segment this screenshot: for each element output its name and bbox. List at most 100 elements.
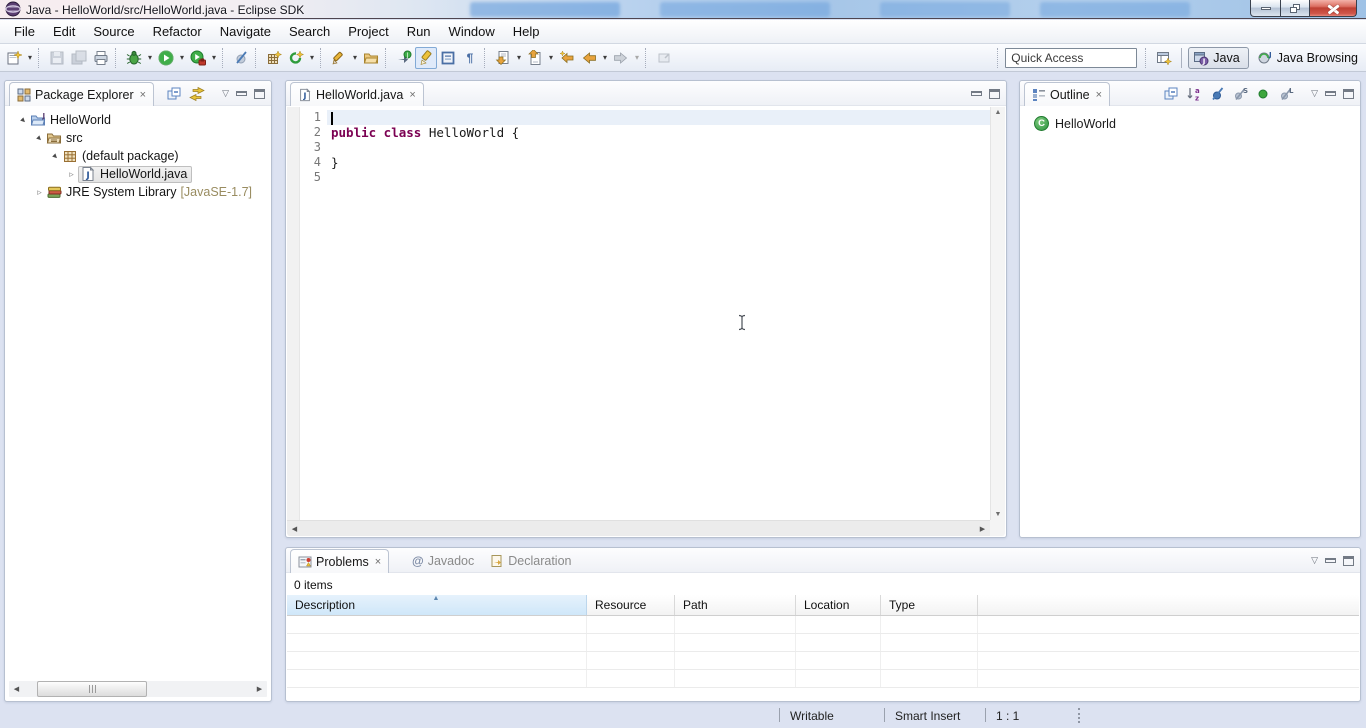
collapse-all-icon[interactable] [166, 86, 182, 102]
annotation-ruler[interactable] [287, 107, 300, 520]
toggle-breadcrumb-button[interactable]: J [393, 47, 415, 69]
svg-text:J: J [1202, 57, 1206, 65]
package-explorer-hscrollbar[interactable]: ◀ ▶ [9, 681, 267, 697]
close-tab-icon[interactable]: × [409, 89, 415, 101]
menu-refactor[interactable]: Refactor [144, 20, 211, 43]
view-menu-icon[interactable]: ▽ [1311, 88, 1318, 99]
tree-item-src[interactable]: ▸ src [5, 129, 271, 147]
menu-project[interactable]: Project [339, 20, 397, 43]
new-wizard-button[interactable] [3, 47, 25, 69]
link-with-editor-icon[interactable] [189, 86, 205, 102]
minimize-view-icon[interactable] [971, 91, 982, 96]
scroll-right-icon[interactable]: ▶ [975, 525, 990, 533]
show-whitespace-button[interactable]: ¶ [459, 47, 481, 69]
expander-icon[interactable]: ▹ [33, 187, 46, 198]
minimize-window-button[interactable] [1250, 0, 1281, 17]
editor-hscrollbar[interactable]: ◀ ▶ [287, 520, 990, 536]
mark-occurrences-toggle[interactable] [415, 47, 437, 69]
tree-item-default-package[interactable]: ▸ (default package) [5, 147, 271, 165]
view-menu-icon[interactable]: ▽ [222, 88, 229, 99]
declaration-tab[interactable]: Declaration [482, 554, 579, 568]
editor-vscrollbar[interactable]: ▲ ▼ [990, 107, 1005, 520]
expander-icon[interactable]: ▹ [65, 169, 78, 180]
new-wizard-dropdown[interactable]: ▾ [25, 53, 35, 62]
scroll-right-icon[interactable]: ▶ [252, 685, 267, 693]
open-perspective-button[interactable] [1153, 47, 1175, 69]
restore-window-button[interactable] [1281, 0, 1310, 17]
quick-access-input[interactable] [1005, 48, 1137, 68]
next-annotation-dropdown[interactable]: ▾ [514, 53, 524, 62]
scroll-down-icon[interactable]: ▼ [991, 511, 1005, 518]
scrollbar-thumb[interactable] [37, 681, 147, 697]
open-task-button[interactable] [360, 47, 382, 69]
close-window-button[interactable] [1310, 0, 1357, 17]
scroll-up-icon[interactable]: ▲ [991, 109, 1005, 116]
maximize-view-icon[interactable] [989, 89, 1000, 99]
hide-non-public-members-icon[interactable] [1255, 86, 1271, 102]
tree-item-jre-library[interactable]: ▹ JRE System Library [JavaSE-1.7] [5, 183, 271, 201]
menu-navigate[interactable]: Navigate [211, 20, 280, 43]
new-java-class-button[interactable] [285, 47, 307, 69]
collapse-all-icon[interactable] [1163, 86, 1179, 102]
previous-annotation-button[interactable] [524, 47, 546, 69]
new-java-class-dropdown[interactable]: ▾ [307, 53, 317, 62]
outline-tab[interactable]: Outline × [1024, 82, 1110, 106]
tree-item-java-file[interactable]: ▹ J HelloWorld.java [5, 165, 271, 183]
menu-file[interactable]: File [5, 20, 44, 43]
previous-annotation-dropdown[interactable]: ▾ [546, 53, 556, 62]
outline-item-class[interactable]: C HelloWorld [1020, 106, 1360, 131]
hide-static-members-icon[interactable]: S [1232, 86, 1248, 102]
menu-source[interactable]: Source [84, 20, 143, 43]
tree-item-project[interactable]: ▸ J HelloWorld [5, 111, 271, 129]
javadoc-tab[interactable]: @ Javadoc [404, 554, 482, 568]
back-button[interactable] [578, 47, 600, 69]
view-menu-icon[interactable]: ▽ [1311, 555, 1318, 566]
menu-window[interactable]: Window [440, 20, 504, 43]
column-header-resource[interactable]: Resource [587, 595, 675, 615]
run-button[interactable] [155, 47, 177, 69]
maximize-view-icon[interactable] [1343, 556, 1354, 566]
menu-search[interactable]: Search [280, 20, 339, 43]
java-perspective-button[interactable]: J Java [1188, 47, 1248, 69]
java-browsing-perspective-button[interactable]: J Java Browsing [1257, 50, 1358, 66]
last-edit-location-button[interactable] [556, 47, 578, 69]
column-header-type[interactable]: Type [881, 595, 978, 615]
java-element-wizard-button[interactable] [328, 47, 350, 69]
java-element-wizard-dropdown[interactable]: ▾ [350, 53, 360, 62]
show-selected-element-button[interactable] [437, 47, 459, 69]
editor-tab-helloworld[interactable]: J HelloWorld.java × [290, 82, 424, 106]
minimize-view-icon[interactable] [1325, 558, 1336, 563]
minimize-view-icon[interactable] [236, 91, 247, 96]
next-annotation-button[interactable] [492, 47, 514, 69]
class-declaration: HelloWorld { [429, 125, 519, 140]
close-tab-icon[interactable]: × [375, 556, 381, 568]
scroll-left-icon[interactable]: ◀ [287, 525, 302, 533]
minimize-view-icon[interactable] [1325, 91, 1336, 96]
menu-run[interactable]: Run [398, 20, 440, 43]
debug-dropdown[interactable]: ▾ [145, 53, 155, 62]
package-explorer-tab[interactable]: Package Explorer × [9, 82, 154, 106]
problems-tab[interactable]: Problems × [290, 549, 389, 573]
maximize-view-icon[interactable] [1343, 89, 1354, 99]
column-header-path[interactable]: Path [675, 595, 796, 615]
close-tab-icon[interactable]: × [140, 89, 146, 101]
print-button[interactable] [90, 47, 112, 69]
column-header-description[interactable]: ▲ Description [287, 595, 587, 615]
external-tools-dropdown[interactable]: ▾ [209, 53, 219, 62]
debug-button[interactable] [123, 47, 145, 69]
external-tools-button[interactable] [187, 47, 209, 69]
editor-body[interactable]: 1 2 3 4 5 public class HelloWorld { } ▲ … [287, 107, 1005, 536]
hide-fields-icon[interactable] [1209, 86, 1225, 102]
close-tab-icon[interactable]: × [1096, 89, 1102, 101]
run-dropdown[interactable]: ▾ [177, 53, 187, 62]
hide-local-types-icon[interactable]: L [1278, 86, 1294, 102]
menu-help[interactable]: Help [504, 20, 549, 43]
menu-edit[interactable]: Edit [44, 20, 84, 43]
column-header-location[interactable]: Location [796, 595, 881, 615]
new-java-project-button[interactable] [263, 47, 285, 69]
sort-alphabetically-icon[interactable]: az [1186, 86, 1202, 102]
maximize-view-icon[interactable] [254, 89, 265, 99]
scroll-left-icon[interactable]: ◀ [9, 685, 24, 693]
back-dropdown[interactable]: ▾ [600, 53, 610, 62]
code-area[interactable]: public class HelloWorld { } [327, 107, 990, 520]
